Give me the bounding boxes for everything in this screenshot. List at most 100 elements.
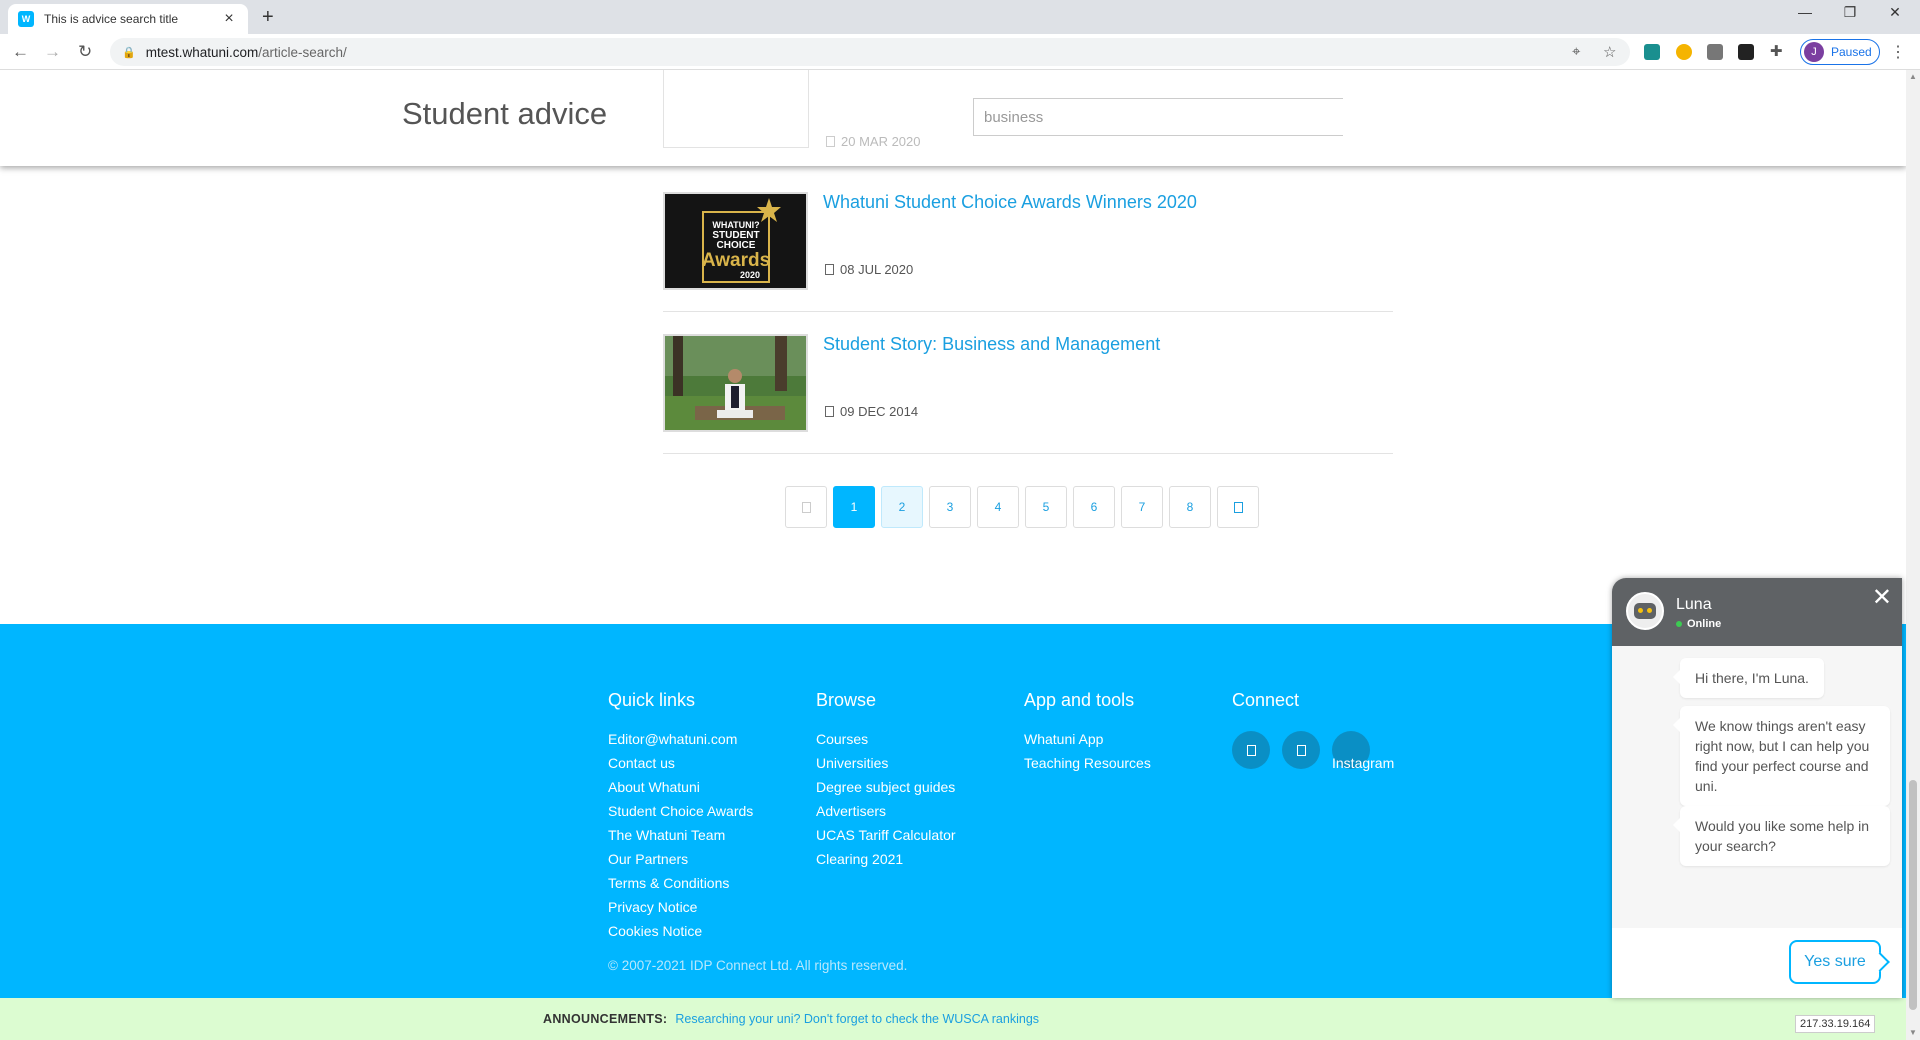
page-button-6[interactable]: 6 [1073,486,1115,528]
minimize-icon[interactable]: — [1785,4,1825,20]
footer-link[interactable]: Terms & Conditions [608,875,753,899]
footer-link[interactable]: Advertisers [816,803,956,827]
url-host: mtest.whatuni.com [145,44,259,60]
chat-widget: Luna Online ✕ Hi there, I'm Luna. We kno… [1612,578,1902,998]
footer-link[interactable]: Privacy Notice [608,899,753,923]
robot-face-icon [1634,603,1656,619]
pagination: 1 2 3 4 5 6 7 8 [785,486,1259,528]
chat-message: Hi there, I'm Luna. [1673,658,1824,698]
footer-link[interactable]: Student Choice Awards [608,803,753,827]
footer-link[interactable]: Clearing 2021 [816,851,956,875]
footer-link[interactable]: About Whatuni [608,779,753,803]
address-bar[interactable]: 🔒 mtest.whatuni.com/article-search/ ⌖ ☆ [110,38,1630,66]
footer-link[interactable]: Our Partners [608,851,753,875]
article-thumbnail[interactable] [663,70,809,148]
browser-toolbar: ← → ↻ 🔒 mtest.whatuni.com/article-search… [0,34,1920,70]
page-scrollbar[interactable]: ▲ ▼ [1906,70,1920,1040]
page-button-4[interactable]: 4 [977,486,1019,528]
facebook-icon[interactable] [1232,731,1270,769]
article-title-link[interactable]: Student Story: Business and Management [823,334,1160,355]
article-item: Student Story: Business and Management 0… [663,314,1393,454]
footer-heading: App and tools [1024,690,1135,710]
footer-link[interactable]: Courses [816,731,956,755]
article-search-input[interactable] [973,98,1343,136]
page-button-8[interactable]: 8 [1169,486,1211,528]
page-button-5[interactable]: 5 [1025,486,1067,528]
announcement-link[interactable]: Researching your uni? Don't forget to ch… [675,1012,1039,1026]
extension-icon[interactable] [1707,44,1723,60]
footer-heading: Browse [816,690,877,710]
footer-link[interactable]: Cookies Notice [608,923,753,947]
restore-icon[interactable]: ❐ [1830,4,1870,21]
window-close-icon[interactable]: ✕ [1875,4,1915,21]
close-chat-icon[interactable]: ✕ [1872,586,1892,610]
article-date-text: 08 JUL 2020 [840,262,914,277]
profile-button[interactable]: J Paused [1800,39,1880,65]
next-page-button[interactable] [1217,486,1259,528]
footer-link[interactable]: UCAS Tariff Calculator [816,827,956,851]
copyright-text: © 2007-2021 IDP Connect Ltd. All rights … [608,958,908,973]
chat-message: Would you like some help in your search? [1673,806,1890,866]
new-tab-button[interactable]: + [262,6,274,29]
awards-line-5: 2020 [740,270,760,280]
browser-menu-icon[interactable]: ⋮ [1890,42,1906,62]
article-item: WHATUNI? STUDENT CHOICE Awards 2020 What… [663,172,1393,312]
tab-title: This is advice search title [44,12,179,26]
footer-link[interactable]: Universities [816,755,956,779]
article-date-text: 20 MAR 2020 [841,134,921,149]
yes-sure-button[interactable]: Yes sure [1789,940,1881,984]
profile-status: Paused [1831,45,1872,59]
social-glyph-icon [1296,744,1306,756]
footer-link[interactable]: Teaching Resources [1024,755,1151,779]
footer-link[interactable]: Degree subject guides [816,779,956,803]
close-tab-icon[interactable]: × [220,10,238,28]
bot-avatar-icon [1626,592,1664,630]
article-date: 20 MAR 2020 [826,134,921,149]
awards-line-1: WHATUNI? [712,220,759,230]
chat-reply-area: Yes sure [1612,928,1902,998]
browser-tab[interactable]: W This is advice search title × [8,4,248,34]
page-button-2[interactable]: 2 [881,486,923,528]
page-button-3[interactable]: 3 [929,486,971,528]
article-title-link[interactable]: Whatuni Student Choice Awards Winners 20… [823,192,1197,213]
forward-icon[interactable]: → [44,42,61,62]
page-button-7[interactable]: 7 [1121,486,1163,528]
scroll-down-icon[interactable]: ▼ [1909,1028,1917,1037]
location-pin-icon[interactable]: ⌖ [1572,43,1580,60]
back-icon[interactable]: ← [12,42,29,62]
extension-icon[interactable] [1644,44,1660,60]
extension-icon[interactable] [1676,44,1692,60]
previous-arrow-icon [801,501,811,513]
footer-link[interactable]: Whatuni App [1024,731,1151,755]
reload-icon[interactable]: ↻ [78,42,92,62]
instagram-label: Instagram [1332,755,1395,771]
footer-browse: Browse Courses Universities Degree subje… [816,690,956,875]
article-thumbnail[interactable]: WHATUNI? STUDENT CHOICE Awards 2020 [663,192,808,290]
page-button-1[interactable]: 1 [833,486,875,528]
bookmark-star-icon[interactable]: ☆ [1603,43,1616,61]
student-photo-image [665,336,806,430]
article-date: 09 DEC 2014 [825,404,918,419]
scroll-up-icon[interactable]: ▲ [1909,72,1917,81]
url-path: /article-search/ [258,44,347,60]
lock-icon: 🔒 [122,46,136,59]
bot-status: Online [1676,618,1721,630]
footer-link[interactable]: Contact us [608,755,753,779]
extension-icon[interactable] [1738,44,1754,60]
footer-link[interactable]: Editor@whatuni.com [608,731,753,755]
footer-link[interactable]: The Whatuni Team [608,827,753,851]
chat-header: Luna Online ✕ [1612,578,1902,646]
footer-heading: Connect [1232,690,1300,710]
awards-logo-image: WHATUNI? STUDENT CHOICE Awards 2020 [665,194,806,288]
scroll-thumb[interactable] [1909,780,1917,1010]
bot-name: Luna [1676,596,1712,613]
previous-page-button[interactable] [785,486,827,528]
instagram-icon[interactable]: Instagram [1332,731,1394,771]
footer-connect: Connect Instagram [1232,690,1394,771]
extensions-puzzle-icon[interactable]: ✚ [1770,42,1783,60]
twitter-icon[interactable] [1282,731,1320,769]
article-thumbnail[interactable] [663,334,808,432]
footer-app-tools: App and tools Whatuni App Teaching Resou… [1024,690,1151,779]
avatar: J [1804,42,1824,62]
browser-tab-strip: W This is advice search title × + — ❐ ✕ [0,0,1920,34]
